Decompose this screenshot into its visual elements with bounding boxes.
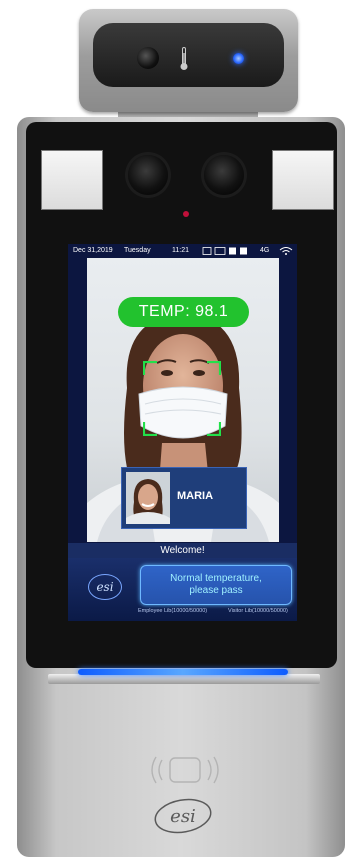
- welcome-banner: Welcome!: [68, 543, 297, 558]
- wifi-icon: [279, 247, 293, 255]
- thermometer-icon: [180, 47, 188, 70]
- status-weekday: Tuesday: [124, 247, 151, 254]
- message-line-2: please pass: [189, 585, 243, 596]
- status-time: 11:21: [172, 247, 189, 254]
- panel-ledge: [48, 674, 320, 684]
- pass-message-box: Normal temperature, please pass: [140, 565, 292, 605]
- camera-lens: [137, 47, 159, 69]
- status-date: Dec 31,2019: [73, 247, 113, 254]
- fill-light-left: [41, 150, 103, 210]
- nfc-reader-icon: [151, 756, 219, 784]
- visitor-lib-count: Visitor Lib(10000/50000): [228, 608, 288, 614]
- message-line-1: Normal temperature,: [170, 573, 262, 584]
- person-name: MARIA: [177, 490, 214, 502]
- status-bar: Dec 31,2019 Tuesday 11:21 4G: [68, 244, 297, 258]
- face-camera-right: [204, 155, 244, 195]
- device-screen: Dec 31,2019 Tuesday 11:21 4G TEMP: 98.1 …: [68, 244, 297, 621]
- thermal-camera-face: [93, 23, 284, 87]
- face-camera-left: [128, 155, 168, 195]
- status-icons: [202, 247, 247, 255]
- face-scan-icon: [143, 361, 221, 436]
- esi-logo: esi: [154, 798, 212, 834]
- esi-mini-logo: esi: [88, 574, 122, 600]
- status-network: 4G: [260, 247, 270, 254]
- recognized-person-card: MARIA: [121, 467, 247, 529]
- fill-light-right: [272, 150, 334, 210]
- indicator-dot: [183, 211, 189, 217]
- person-thumbnail: [126, 472, 170, 524]
- employee-lib-count: Employee Lib(10000/50000): [138, 608, 208, 614]
- temperature-badge: TEMP: 98.1: [118, 297, 249, 327]
- thermal-camera-module: [79, 9, 298, 112]
- svg-text:esi: esi: [170, 806, 196, 827]
- status-led: [233, 53, 244, 64]
- led-light-strip: [78, 669, 288, 675]
